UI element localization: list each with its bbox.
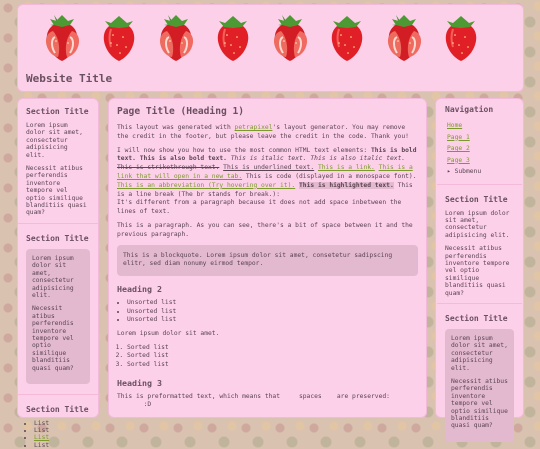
strawberry-image xyxy=(93,11,145,67)
intro-paragraph: This layout was generated with petrapixe… xyxy=(117,124,409,140)
section-text: Lorem ipsum dolor sit amet, consectetur … xyxy=(451,334,508,372)
divider xyxy=(437,183,522,185)
section-text: Necessit atibus perferendis inventore te… xyxy=(445,245,510,297)
italic-text: This is italic text. xyxy=(230,155,307,163)
right-sidebar: Navigation Home Page 1 Page 2 Page 3 ▸ S… xyxy=(435,98,524,442)
paragraph: This is a paragraph. As you can see, the… xyxy=(117,221,413,238)
section-title: Section Title xyxy=(26,107,89,116)
nav-link-home[interactable]: Home xyxy=(447,122,462,129)
blockquote: This is a blockquote. Lorem ipsum dolor … xyxy=(117,244,418,277)
nav-link-page-2[interactable]: Page 2 xyxy=(447,145,470,152)
abbreviation[interactable]: This is an abbreviation (Try hovering ov… xyxy=(117,182,295,189)
section-text: Lorem ipsum dolor sit amet, consectetur … xyxy=(445,209,510,239)
strawberry-halves-image xyxy=(378,11,430,67)
section-title: Section Title xyxy=(445,313,508,323)
list-link[interactable]: List xyxy=(34,434,49,441)
list-item: Sorted list xyxy=(127,344,418,353)
strawberry-banner xyxy=(36,11,506,63)
nav-list: Home Page 1 Page 2 Page 3 ▸ Submenu xyxy=(447,120,514,178)
strikethrough-text: This is strikethrough text. xyxy=(117,164,220,172)
left-sidebar: Section Title Lorem ipsum dolor sit amet… xyxy=(17,98,99,449)
strawberry-halves-image xyxy=(36,11,88,67)
page-title: Page Title (Heading 1) xyxy=(117,106,245,117)
section-list: List List List List xyxy=(26,420,90,449)
paragraph: Lorem ipsum dolor sit amet. xyxy=(117,329,220,337)
list-item: List xyxy=(34,420,90,427)
list-item: Sorted list xyxy=(127,352,418,361)
preformatted-text: :D xyxy=(117,401,152,409)
section-box: Lorem ipsum dolor sit amet, consectetur … xyxy=(445,328,514,442)
divider xyxy=(18,393,98,395)
navigation: Navigation Home Page 1 Page 2 Page 3 ▸ S… xyxy=(445,105,514,178)
demo-paragraph: I will now show you how to use the most … xyxy=(117,146,417,216)
section-text: Lorem ipsum dolor sit amet, consectetur … xyxy=(32,254,74,299)
strawberry-halves-image xyxy=(264,11,316,67)
strawberry-image xyxy=(321,11,373,67)
submenu-toggle[interactable]: ▸ Submenu xyxy=(447,166,514,178)
strawberry-image xyxy=(207,11,259,67)
list-item: Unsorted list xyxy=(127,299,418,308)
bold-text-2: This is also bold text. xyxy=(139,155,227,163)
section-text: Necessit atibus perferendis inventore te… xyxy=(32,305,74,372)
list-item: Unsorted list xyxy=(127,308,418,317)
strawberry-image xyxy=(435,11,487,67)
credit-link[interactable]: petrapixel xyxy=(235,124,273,131)
section-text: Necessit atibus perferendis inventore te… xyxy=(26,165,87,217)
site-header: Website Title xyxy=(17,4,524,92)
preformatted-label: This is preformatted text, which means t… xyxy=(117,392,390,400)
underlined-text: This is underlined text. xyxy=(223,164,315,172)
heading-2: Heading 2 xyxy=(117,284,162,295)
list-item-link[interactable]: List xyxy=(34,434,90,441)
sorted-list: Sorted list Sorted list Sorted list xyxy=(117,344,418,370)
code-text: This is code (displayed in a monospace f… xyxy=(245,172,417,180)
heading-3: Heading 3 xyxy=(117,377,162,388)
section-text: Necessit atibus perferendis inventore te… xyxy=(451,378,508,430)
list-item: List xyxy=(34,427,90,434)
unsorted-list: Unsorted list Unsorted list Unsorted lis… xyxy=(117,299,418,325)
demo-link[interactable]: This is a link. xyxy=(318,164,375,171)
section-title: Section Title xyxy=(26,233,89,243)
section-box: Lorem ipsum dolor sit amet, consectetur … xyxy=(26,248,90,384)
main-content: Page Title (Heading 1) This layout was g… xyxy=(108,98,427,418)
highlighted-text: This is highlighted text. xyxy=(298,181,394,189)
triangle-right-icon: ▸ xyxy=(447,168,451,175)
section-title: Section Title xyxy=(26,404,89,414)
italic-text-2: This is also italic text. xyxy=(310,155,406,163)
nav-link-page-1[interactable]: Page 1 xyxy=(447,134,470,141)
nav-title: Navigation xyxy=(445,105,494,114)
divider xyxy=(18,222,98,224)
nav-link-page-3[interactable]: Page 3 xyxy=(447,157,470,164)
divider xyxy=(437,302,522,304)
list-item: List xyxy=(34,442,90,449)
section-title: Section Title xyxy=(445,194,508,204)
site-title: Website Title xyxy=(26,72,113,85)
list-item: Sorted list xyxy=(127,361,418,370)
section-text: Lorem ipsum dolor sit amet, consectetur … xyxy=(26,122,83,159)
list-item: Unsorted list xyxy=(127,316,418,325)
strawberry-halves-image xyxy=(150,11,202,67)
